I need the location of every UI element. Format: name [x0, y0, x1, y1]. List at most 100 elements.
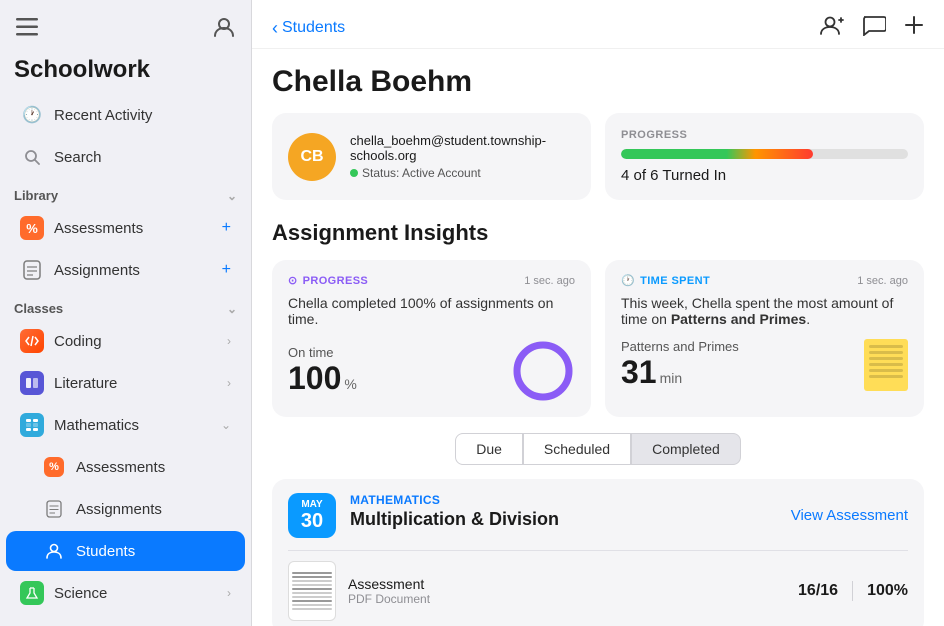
percent-sub-icon: %: [42, 455, 66, 479]
insights-title: Assignment Insights: [272, 220, 924, 246]
add-button[interactable]: [904, 15, 924, 41]
progress-card: PROGRESS 4 of 6 Turned In: [605, 113, 924, 200]
sidebar-item-coding[interactable]: Coding ›: [6, 321, 245, 361]
status-text: Status: Active Account: [362, 166, 481, 180]
sidebar-item-search[interactable]: Search: [6, 137, 245, 177]
tab-completed[interactable]: Completed: [631, 433, 741, 465]
sidebar-item-label: Assessments: [54, 220, 222, 237]
sidebar-item-math-assessments[interactable]: % Assessments: [6, 447, 245, 487]
main-content: Chella Boehm CB chella_boehm@student.tow…: [252, 49, 944, 626]
sidebar-item-math-students[interactable]: Students: [6, 531, 245, 571]
classes-section-header[interactable]: Classes ⌄: [0, 291, 251, 320]
sidebar-item-label: Recent Activity: [54, 107, 231, 124]
search-icon: [20, 145, 44, 169]
sidebar-item-archived[interactable]: Archived: [6, 618, 245, 626]
student-status: Status: Active Account: [350, 166, 575, 180]
coding-icon: [20, 329, 44, 353]
insight-header: ⊙ PROGRESS 1 sec. ago: [288, 274, 575, 287]
sidebar-top: [0, 0, 251, 54]
sidebar-item-science[interactable]: Science ›: [6, 573, 245, 613]
sidebar-item-lib-assessments[interactable]: % Assessments +: [6, 208, 245, 248]
student-info-card: CB chella_boehm@student.township-schools…: [272, 113, 591, 200]
add-student-button[interactable]: [820, 14, 844, 42]
notebook-line: [869, 357, 903, 360]
tab-due[interactable]: Due: [455, 433, 523, 465]
score-fraction: 16/16: [798, 582, 838, 600]
time-time-ago: 1 sec. ago: [857, 275, 908, 287]
sidebar-item-label: Coding: [54, 333, 227, 350]
time-stat-value: 31 min: [621, 354, 739, 391]
progress-bar-fill: [621, 149, 813, 159]
doc-type: PDF Document: [348, 592, 786, 606]
tab-scheduled[interactable]: Scheduled: [523, 433, 631, 465]
time-big-num: 31: [621, 354, 657, 391]
classes-label: Classes: [14, 301, 63, 316]
sidebar-item-label: Mathematics: [54, 417, 221, 434]
insight-bottom: On time 100 %: [288, 339, 575, 403]
desc-bold: Patterns and Primes: [671, 311, 806, 327]
clock-icon: 🕐: [20, 103, 44, 127]
sidebar-item-label: Literature: [54, 375, 227, 392]
progress-time-ago: 1 sec. ago: [524, 275, 575, 287]
pdf-preview: [292, 572, 332, 610]
status-dot-icon: [350, 169, 358, 177]
sidebar-toggle-button[interactable]: [14, 16, 40, 44]
progress-bar: [621, 149, 908, 159]
chevron-right-icon: ›: [227, 334, 231, 348]
main-content-area: ‹ Students: [252, 0, 944, 626]
breadcrumb[interactable]: ‹ Students: [272, 18, 345, 39]
sidebar-item-mathematics[interactable]: Mathematics ⌄: [6, 405, 245, 445]
score-divider: [852, 581, 853, 601]
library-label: Library: [14, 188, 58, 203]
message-button[interactable]: [862, 14, 886, 42]
progress-insight-card: ⊙ PROGRESS 1 sec. ago Chella completed 1…: [272, 260, 591, 417]
assignment-subject: MATHEMATICS: [350, 493, 777, 507]
sidebar-item-literature[interactable]: Literature ›: [6, 363, 245, 403]
notebook-line: [869, 375, 903, 378]
view-assessment-button[interactable]: View Assessment: [791, 507, 908, 524]
doc-sub-icon: [42, 497, 66, 521]
doc-score: 16/16 100%: [798, 581, 908, 601]
notebook-line: [869, 369, 903, 372]
sidebar: Schoolwork 🕐 Recent Activity Search Libr…: [0, 0, 252, 626]
sidebar-item-recent-activity[interactable]: 🕐 Recent Activity: [6, 95, 245, 135]
progress-label: PROGRESS: [621, 129, 908, 141]
stat-label: On time: [288, 345, 357, 360]
sidebar-item-label: Assessments: [76, 459, 231, 476]
chevron-down-icon: ⌄: [221, 418, 231, 432]
cards-row: CB chella_boehm@student.township-schools…: [272, 113, 924, 200]
stat-value: 100 %: [288, 360, 357, 397]
score-percent: 100%: [867, 582, 908, 600]
time-tag-label: TIME SPENT: [640, 275, 710, 287]
sidebar-item-label: Search: [54, 149, 231, 166]
literature-icon: [20, 371, 44, 395]
donut-chart: [511, 339, 575, 403]
time-tag-icon: 🕐: [621, 274, 635, 287]
percent-icon: %: [20, 216, 44, 240]
sidebar-item-lib-assignments[interactable]: Assignments +: [6, 250, 245, 290]
time-unit: min: [660, 370, 683, 386]
date-month: MAY: [296, 499, 328, 510]
desc-post: .: [806, 311, 810, 327]
main-header: ‹ Students: [252, 0, 944, 49]
library-section-header[interactable]: Library ⌄: [0, 178, 251, 207]
add-assignments-button[interactable]: +: [222, 261, 231, 279]
chevron-right-icon: ›: [227, 376, 231, 390]
insight-header: 🕐 TIME SPENT 1 sec. ago: [621, 274, 908, 287]
big-number: 100: [288, 360, 341, 397]
back-chevron-icon: ‹: [272, 18, 278, 39]
date-badge: MAY 30: [288, 493, 336, 538]
progress-tag-icon: ⊙: [288, 274, 298, 287]
profile-button[interactable]: [211, 14, 237, 46]
add-assessments-button[interactable]: +: [222, 219, 231, 237]
insight-stat: On time 100 %: [288, 345, 357, 397]
doc-info: Assessment PDF Document: [348, 576, 786, 606]
notebook-line: [869, 363, 903, 366]
header-actions: [820, 14, 924, 42]
assignment-detail: Assessment PDF Document 16/16 100%: [288, 550, 908, 621]
time-insight-card: 🕐 TIME SPENT 1 sec. ago This week, Chell…: [605, 260, 924, 417]
doc-icon: [20, 258, 44, 282]
assignment-item: MAY 30 MATHEMATICS Multiplication & Divi…: [272, 479, 924, 626]
student-name: Chella Boehm: [272, 65, 924, 99]
sidebar-item-math-assignments[interactable]: Assignments: [6, 489, 245, 529]
